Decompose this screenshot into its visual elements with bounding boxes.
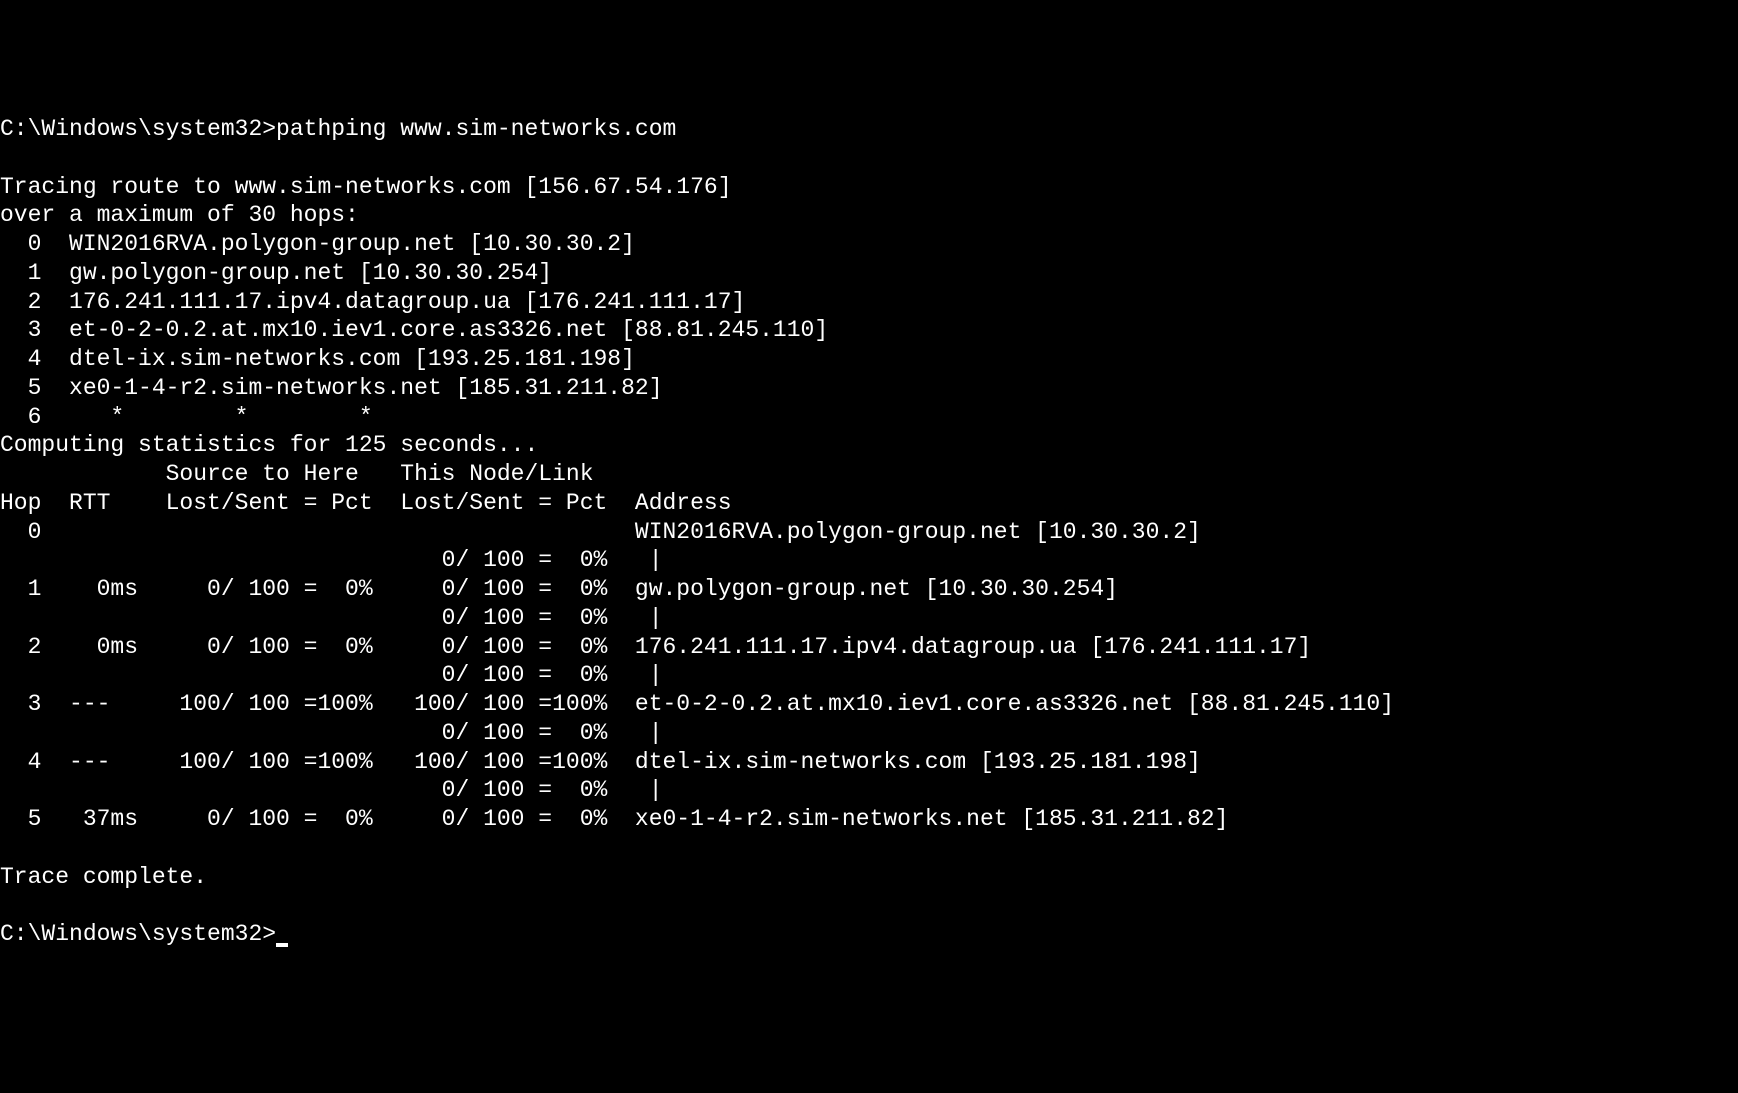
- stats-link: 0/ 100 = 0% |: [0, 777, 663, 803]
- stats-header: Source to Here This Node/Link: [0, 461, 594, 487]
- trace-header: Tracing route to www.sim-networks.com [1…: [0, 174, 732, 200]
- stats-row: 0 WIN2016RVA.polygon-group.net [10.30.30…: [0, 519, 1201, 545]
- prompt: C:\Windows\system32>: [0, 921, 276, 947]
- stats-row: 2 0ms 0/ 100 = 0% 0/ 100 = 0% 176.241.11…: [0, 634, 1311, 660]
- max-hops: over a maximum of 30 hops:: [0, 202, 359, 228]
- computing-line: Computing statistics for 125 seconds...: [0, 432, 538, 458]
- cursor-icon: [276, 943, 288, 947]
- hop-line: 4 dtel-ix.sim-networks.com [193.25.181.1…: [0, 346, 635, 372]
- prompt: C:\Windows\system32>: [0, 116, 276, 142]
- stats-link: 0/ 100 = 0% |: [0, 662, 663, 688]
- stats-row: 1 0ms 0/ 100 = 0% 0/ 100 = 0% gw.polygon…: [0, 576, 1118, 602]
- stats-row: 3 --- 100/ 100 =100% 100/ 100 =100% et-0…: [0, 691, 1394, 717]
- stats-link: 0/ 100 = 0% |: [0, 720, 663, 746]
- stats-header: Hop RTT Lost/Sent = Pct Lost/Sent = Pct …: [0, 490, 732, 516]
- hop-line: 3 et-0-2-0.2.at.mx10.iev1.core.as3326.ne…: [0, 317, 828, 343]
- command-text: pathping www.sim-networks.com: [276, 116, 676, 142]
- stats-link: 0/ 100 = 0% |: [0, 547, 663, 573]
- stats-link: 0/ 100 = 0% |: [0, 605, 663, 631]
- hop-line: 0 WIN2016RVA.polygon-group.net [10.30.30…: [0, 231, 635, 257]
- hop-line: 1 gw.polygon-group.net [10.30.30.254]: [0, 260, 552, 286]
- terminal-output[interactable]: C:\Windows\system32>pathping www.sim-net…: [0, 115, 1738, 949]
- stats-row: 4 --- 100/ 100 =100% 100/ 100 =100% dtel…: [0, 749, 1201, 775]
- hop-line: 5 xe0-1-4-r2.sim-networks.net [185.31.21…: [0, 375, 663, 401]
- stats-row: 5 37ms 0/ 100 = 0% 0/ 100 = 0% xe0-1-4-r…: [0, 806, 1228, 832]
- hop-line: 6 * * *: [0, 404, 373, 430]
- trace-complete: Trace complete.: [0, 864, 207, 890]
- hop-line: 2 176.241.111.17.ipv4.datagroup.ua [176.…: [0, 289, 745, 315]
